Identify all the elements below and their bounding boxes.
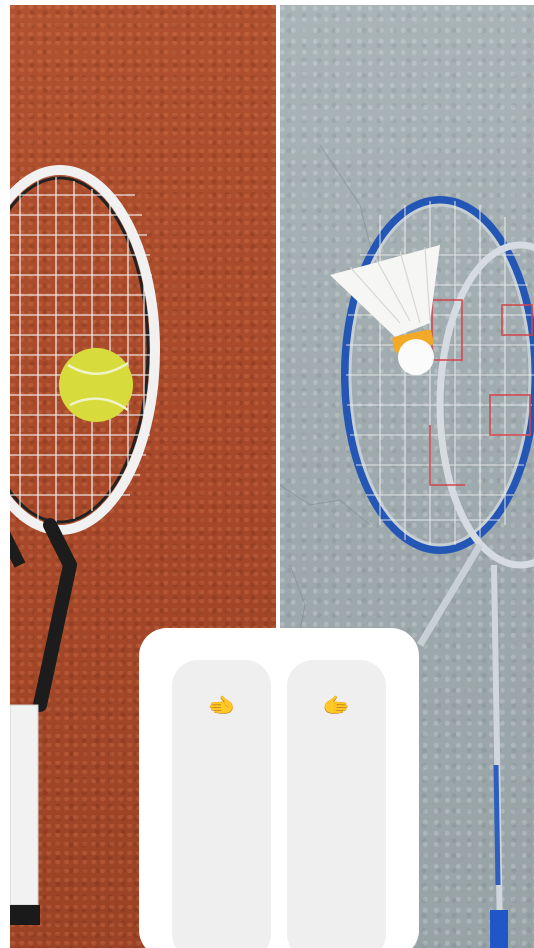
choose-left-option[interactable]: 🫲	[172, 660, 271, 948]
pointing-right-hand-icon: 🫱	[322, 694, 351, 719]
choose-right-option[interactable]: 🫱	[287, 660, 386, 948]
choice-card: 🫲 🫱	[139, 628, 419, 948]
top-edge	[0, 0, 534, 5]
pointing-left-hand-icon: 🫲	[207, 694, 236, 719]
left-edge	[0, 0, 10, 948]
comparison-stage: 🫲 🫱	[0, 0, 534, 948]
